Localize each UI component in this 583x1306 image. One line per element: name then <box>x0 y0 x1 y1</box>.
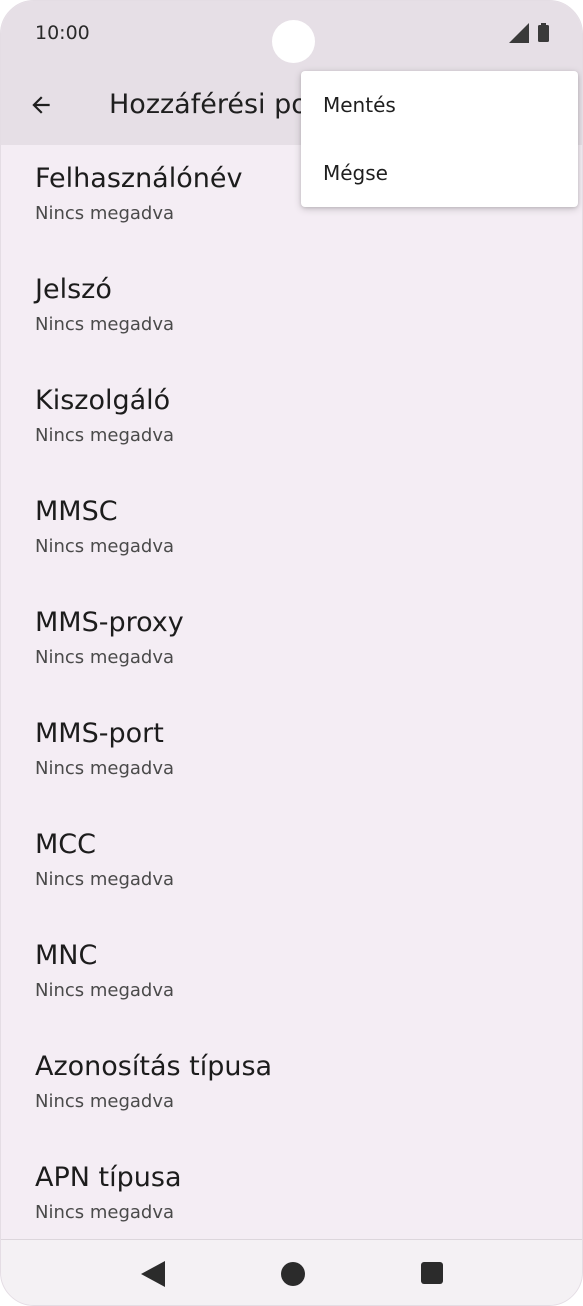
arrow-back-icon <box>32 96 50 114</box>
nav-recents-icon[interactable] <box>421 1262 443 1284</box>
setting-title: Jelszó <box>35 274 112 305</box>
status-bar: 10:00 <box>1 1 582 67</box>
setting-title: MMS-proxy <box>35 607 184 638</box>
setting-value: Nincs megadva <box>35 1091 175 1112</box>
setting-title: APN típusa <box>35 1162 182 1193</box>
nav-home-icon[interactable] <box>281 1262 305 1286</box>
setting-title: MMS-port <box>35 718 164 749</box>
setting-item-mms-port[interactable]: MMS-port Nincs megadva <box>1 700 582 811</box>
setting-value: Nincs megadva <box>35 314 175 335</box>
menu-item-cancel[interactable]: Mégse <box>301 139 578 207</box>
setting-value: Nincs megadva <box>35 980 175 1001</box>
setting-title: Felhasználónév <box>35 163 243 194</box>
signal-icon <box>509 23 529 43</box>
setting-title: MNC <box>35 940 98 971</box>
setting-item-mms-proxy[interactable]: MMS-proxy Nincs megadva <box>1 589 582 700</box>
overflow-menu: Mentés Mégse <box>301 71 578 207</box>
navigation-bar <box>1 1239 582 1305</box>
camera-cutout <box>272 20 315 63</box>
setting-title: MCC <box>35 829 97 860</box>
phone-screen: 10:00 Hozzáférési po Felhasználónév Ninc… <box>0 0 583 1306</box>
setting-value: Nincs megadva <box>35 425 175 446</box>
status-time: 10:00 <box>35 22 90 44</box>
setting-value: Nincs megadva <box>35 869 175 890</box>
battery-icon <box>538 23 549 42</box>
setting-item-mmsc[interactable]: MMSC Nincs megadva <box>1 478 582 589</box>
back-button[interactable] <box>21 85 61 125</box>
setting-value: Nincs megadva <box>35 203 175 224</box>
setting-item-auth-type[interactable]: Azonosítás típusa Nincs megadva <box>1 1033 582 1144</box>
nav-back-icon[interactable] <box>141 1261 165 1287</box>
setting-item-mnc[interactable]: MNC Nincs megadva <box>1 922 582 1033</box>
setting-value: Nincs megadva <box>35 536 175 557</box>
setting-value: Nincs megadva <box>35 758 175 779</box>
setting-item-password[interactable]: Jelszó Nincs megadva <box>1 256 582 367</box>
menu-item-save[interactable]: Mentés <box>301 71 578 139</box>
apn-settings-list: Felhasználónév Nincs megadva Jelszó Ninc… <box>1 145 582 1255</box>
setting-title: Azonosítás típusa <box>35 1051 273 1082</box>
setting-value: Nincs megadva <box>35 647 175 668</box>
setting-item-mcc[interactable]: MCC Nincs megadva <box>1 811 582 922</box>
page-title: Hozzáférési po <box>109 89 308 120</box>
setting-item-server[interactable]: Kiszolgáló Nincs megadva <box>1 367 582 478</box>
setting-title: Kiszolgáló <box>35 385 171 416</box>
setting-value: Nincs megadva <box>35 1202 175 1223</box>
setting-title: MMSC <box>35 496 118 527</box>
